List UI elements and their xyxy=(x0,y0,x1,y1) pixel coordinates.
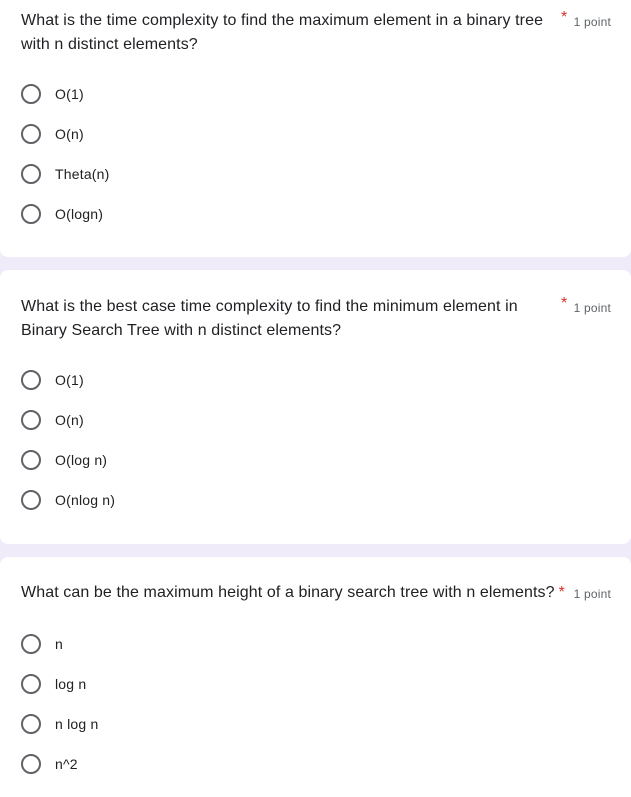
option-label: n log n xyxy=(55,716,99,732)
radio-circle-icon[interactable] xyxy=(21,674,41,694)
radio-option[interactable]: O(nlog n) xyxy=(21,488,115,512)
radio-circle-icon[interactable] xyxy=(21,634,41,654)
question-text-line: What is the best case time complexity to… xyxy=(21,298,518,315)
radio-circle-icon[interactable] xyxy=(21,754,41,774)
question-text-line: What is the time complexity to find the … xyxy=(21,12,544,29)
radio-option[interactable]: log n xyxy=(21,672,86,696)
option-label: O(log n) xyxy=(55,452,108,468)
points-label: 1 point xyxy=(573,15,611,29)
question-text-line: Binary Search Tree with n distinct eleme… xyxy=(21,322,342,339)
radio-circle-icon[interactable] xyxy=(21,490,41,510)
points-label: 1 point xyxy=(573,301,611,315)
option-label: n xyxy=(55,636,63,652)
required-asterisk: * xyxy=(558,584,565,601)
question-card: What is the best case time complexity to… xyxy=(0,270,631,544)
radio-circle-icon[interactable] xyxy=(21,204,41,224)
radio-circle-icon[interactable] xyxy=(21,370,41,390)
radio-circle-icon[interactable] xyxy=(21,450,41,470)
points-label: 1 point xyxy=(573,587,611,601)
option-label: n^2 xyxy=(55,756,78,772)
radio-option[interactable]: O(logn) xyxy=(21,202,103,226)
radio-circle-icon[interactable] xyxy=(21,410,41,430)
radio-option[interactable]: Theta(n) xyxy=(21,162,110,186)
option-label: Theta(n) xyxy=(55,166,110,182)
option-label: log n xyxy=(55,676,87,692)
question-card: What is the time complexity to find the … xyxy=(0,0,631,257)
question-text-line: What can be the maximum height of a bina… xyxy=(21,584,555,601)
radio-option[interactable]: O(1) xyxy=(21,82,84,106)
required-asterisk: * xyxy=(561,295,568,312)
radio-option[interactable]: O(1) xyxy=(21,368,84,392)
radio-option[interactable]: O(n) xyxy=(21,122,84,146)
option-label: O(1) xyxy=(55,372,84,388)
option-label: O(nlog n) xyxy=(55,492,116,508)
option-label: O(logn) xyxy=(55,206,104,222)
radio-option[interactable]: n^2 xyxy=(21,752,78,776)
radio-circle-icon[interactable] xyxy=(21,124,41,144)
option-label: O(n) xyxy=(55,412,84,428)
radio-option[interactable]: n log n xyxy=(21,712,98,736)
option-label: O(n) xyxy=(55,126,84,142)
radio-option[interactable]: O(log n) xyxy=(21,448,107,472)
question-title: What can be the maximum height of a bina… xyxy=(21,581,565,605)
question-text-line: with n distinct elements? xyxy=(21,36,198,53)
required-asterisk: * xyxy=(561,9,568,26)
radio-option[interactable]: O(n) xyxy=(21,408,84,432)
option-label: O(1) xyxy=(55,86,84,102)
radio-circle-icon[interactable] xyxy=(21,84,41,104)
radio-option[interactable]: n xyxy=(21,632,63,656)
radio-circle-icon[interactable] xyxy=(21,714,41,734)
radio-circle-icon[interactable] xyxy=(21,164,41,184)
question-card: What can be the maximum height of a bina… xyxy=(0,557,631,797)
